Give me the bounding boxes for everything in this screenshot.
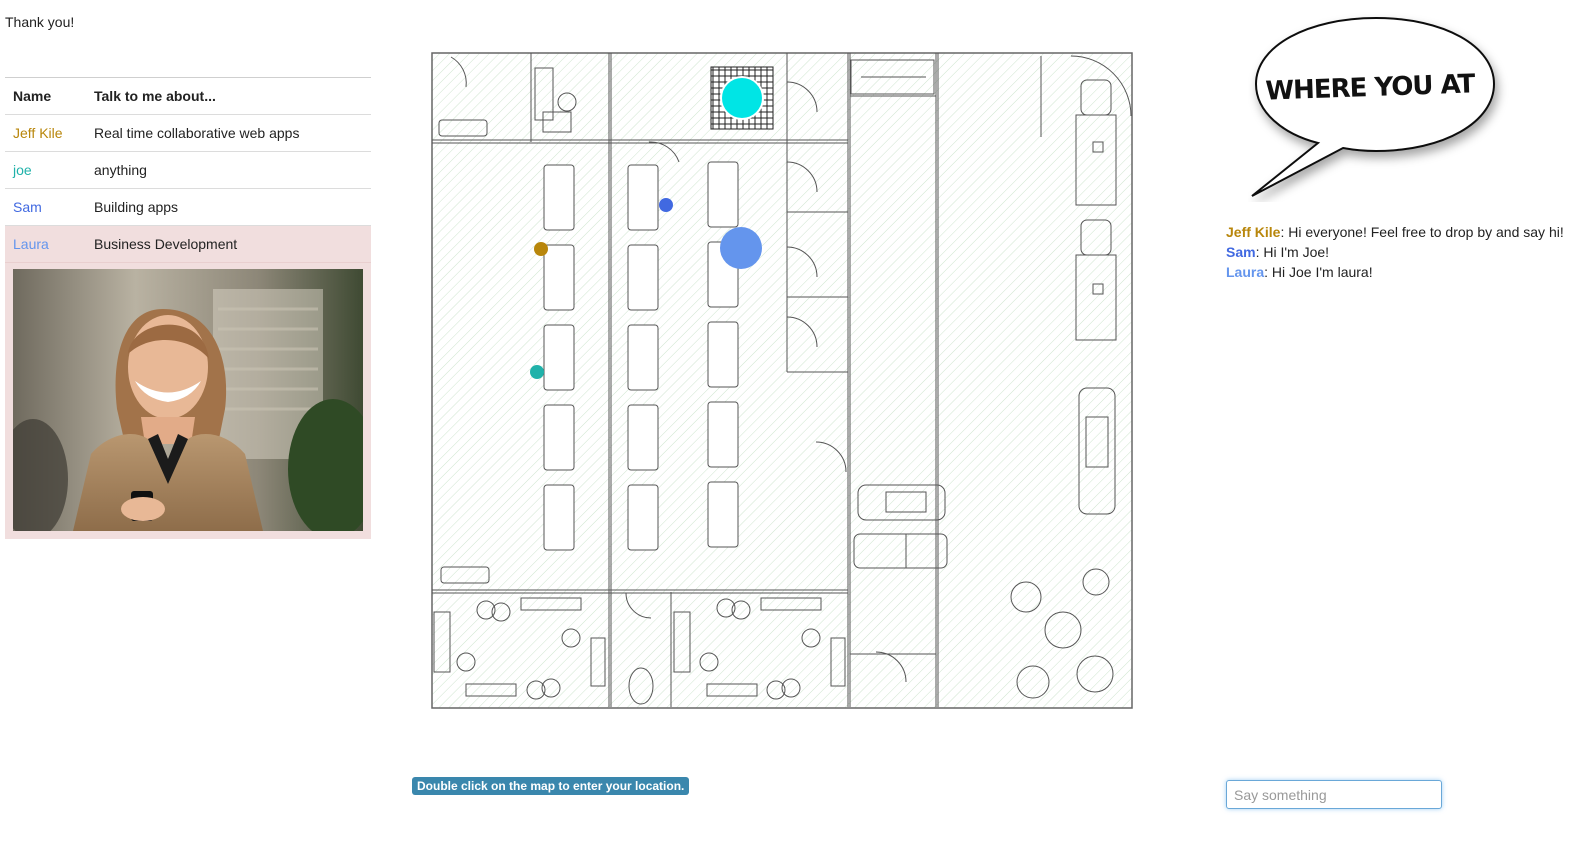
floor-plan[interactable] — [431, 52, 1133, 709]
chat-text: : Hi I'm Joe! — [1255, 244, 1330, 260]
person-name[interactable]: joe — [5, 162, 94, 178]
map-location-marker[interactable] — [530, 365, 544, 379]
thank-you-text: Thank you! — [5, 14, 75, 30]
chat-author: Jeff Kile — [1226, 224, 1281, 240]
map-location-marker[interactable] — [720, 227, 762, 269]
map-location-marker[interactable] — [659, 198, 673, 212]
chat-message: Sam: Hi I'm Joe! — [1226, 242, 1591, 262]
table-row[interactable]: joe anything — [5, 151, 371, 188]
chat-text: : Hi everyone! Feel free to drop by and … — [1280, 224, 1564, 240]
speech-bubble-logo: WHERE YOU AT — [1251, 16, 1496, 197]
chat-log: Jeff Kile: Hi everyone! Feel free to dro… — [1226, 222, 1591, 282]
chat-author: Sam — [1226, 244, 1256, 260]
chat-message: Laura: Hi Joe I'm laura! — [1226, 262, 1591, 282]
name-column-header: Name — [13, 88, 52, 104]
person-topic: Real time collaborative web apps — [94, 125, 300, 141]
chat-text: : Hi Joe I'm laura! — [1264, 264, 1373, 280]
person-name[interactable]: Jeff Kile — [5, 125, 94, 141]
person-topic: Business Development — [94, 236, 238, 252]
chat-input[interactable] — [1226, 780, 1442, 809]
table-row[interactable]: Jeff Kile Real time collaborative web ap… — [5, 114, 371, 151]
person-name[interactable]: Laura — [5, 236, 94, 252]
table-header: Name Talk to me about... — [5, 77, 371, 114]
table-row[interactable]: Sam Building apps — [5, 188, 371, 225]
people-table: Name Talk to me about... Jeff Kile Real … — [5, 77, 371, 539]
table-row-selected[interactable]: Laura Business Development — [5, 225, 371, 262]
map-location-marker[interactable] — [534, 242, 548, 256]
chat-message: Jeff Kile: Hi everyone! Feel free to dro… — [1226, 222, 1591, 242]
person-topic: Building apps — [94, 199, 179, 215]
office-floor-map[interactable] — [431, 52, 1133, 709]
person-name[interactable]: Sam — [5, 199, 94, 215]
profile-photo — [13, 269, 363, 531]
map-hint-label: Double click on the map to enter your lo… — [412, 777, 690, 795]
topic-column-header: Talk to me about... — [94, 88, 216, 104]
person-topic: anything — [94, 162, 147, 178]
profile-photo-row — [5, 262, 371, 539]
chat-author: Laura — [1226, 264, 1265, 280]
map-location-marker[interactable] — [720, 76, 764, 120]
